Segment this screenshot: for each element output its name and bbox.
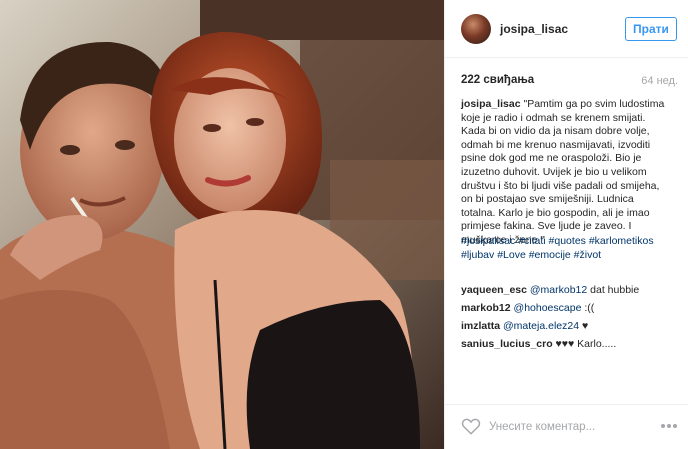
- post-photo-image: [0, 0, 444, 449]
- comment-mention[interactable]: @markob12: [530, 284, 587, 296]
- caption-line: "Pamtim ga po svim ludostima: [523, 98, 665, 110]
- likes-count[interactable]: 222 свиђања: [461, 74, 534, 86]
- caption-line: Kada bi on vidio da ja nisam dobre volje…: [461, 125, 650, 138]
- caption-line: izuzetno duhovit. Uvijek je bio u veliko…: [461, 165, 647, 178]
- post-caption: josipa_lisac "Pamtim ga po svim ludostim…: [461, 98, 683, 248]
- comment-item: markob12 @hohoescape :((: [461, 302, 683, 320]
- more-options-icon[interactable]: [659, 417, 679, 435]
- hashtags[interactable]: #josipalisac #citati #quotes #karlometik…: [461, 235, 683, 262]
- post-sidebar: josipa_lisac Прати 222 свиђања 64 нед. j…: [444, 0, 688, 449]
- comment-item: sanius_lucius_cro ♥♥♥ Karlo.....: [461, 338, 683, 356]
- comment-username[interactable]: imzlatta: [461, 320, 500, 332]
- post-footer: [445, 404, 688, 449]
- comment-username[interactable]: sanius_lucius_cro: [461, 338, 553, 350]
- username-link[interactable]: josipa_lisac: [500, 22, 568, 36]
- post-time[interactable]: 64 нед.: [641, 75, 678, 87]
- comment-username[interactable]: markob12: [461, 302, 511, 314]
- follow-button[interactable]: Прати: [625, 17, 677, 41]
- post-header: josipa_lisac Прати: [445, 0, 688, 58]
- caption-line: odmah bi me krenuo nasmijavati, izvoditi: [461, 138, 651, 151]
- avatar[interactable]: [461, 14, 491, 44]
- comment-text: ♥: [579, 320, 589, 332]
- caption-username[interactable]: josipa_lisac: [461, 98, 521, 110]
- comment-list: yaqueen_esc @markob12 dat hubbie markob1…: [461, 284, 683, 356]
- comment-text: ♥♥♥ Karlo.....: [555, 338, 617, 350]
- hashtags-line[interactable]: #ljubav #Love #emocije #život: [461, 249, 601, 261]
- comment-item: yaqueen_esc @markob12 dat hubbie: [461, 284, 683, 302]
- comment-mention[interactable]: @hohoescape: [514, 302, 582, 314]
- post-photo[interactable]: [0, 0, 444, 449]
- comment-text: :((: [581, 302, 595, 314]
- caption-line: društvu i što bi ljudi više padali od sm…: [461, 179, 660, 192]
- caption-line: psine dok god me ne oraspoloži. Bio je: [461, 152, 642, 165]
- heart-outline-icon[interactable]: [461, 417, 481, 435]
- comment-item: imzlatta @mateja.elez24 ♥: [461, 320, 683, 338]
- hashtags-line[interactable]: #josipalisac #citati #quotes #karlometik…: [461, 235, 654, 247]
- comment-mention[interactable]: @mateja.elez24: [503, 320, 579, 332]
- comment-input[interactable]: [489, 418, 639, 436]
- caption-line: koje je radio i odmah se krenem smijati.: [461, 111, 646, 124]
- comment-username[interactable]: yaqueen_esc: [461, 284, 527, 296]
- caption-line: totalna. Karlo je bio gospodin, ali je i…: [461, 206, 650, 219]
- caption-line: primjese fakina. Sve ljude je zaveo. I: [461, 220, 632, 233]
- caption-line: on bi postajao sve smiješniji. Ludnica: [461, 193, 634, 206]
- comment-text: dat hubbie: [587, 284, 640, 296]
